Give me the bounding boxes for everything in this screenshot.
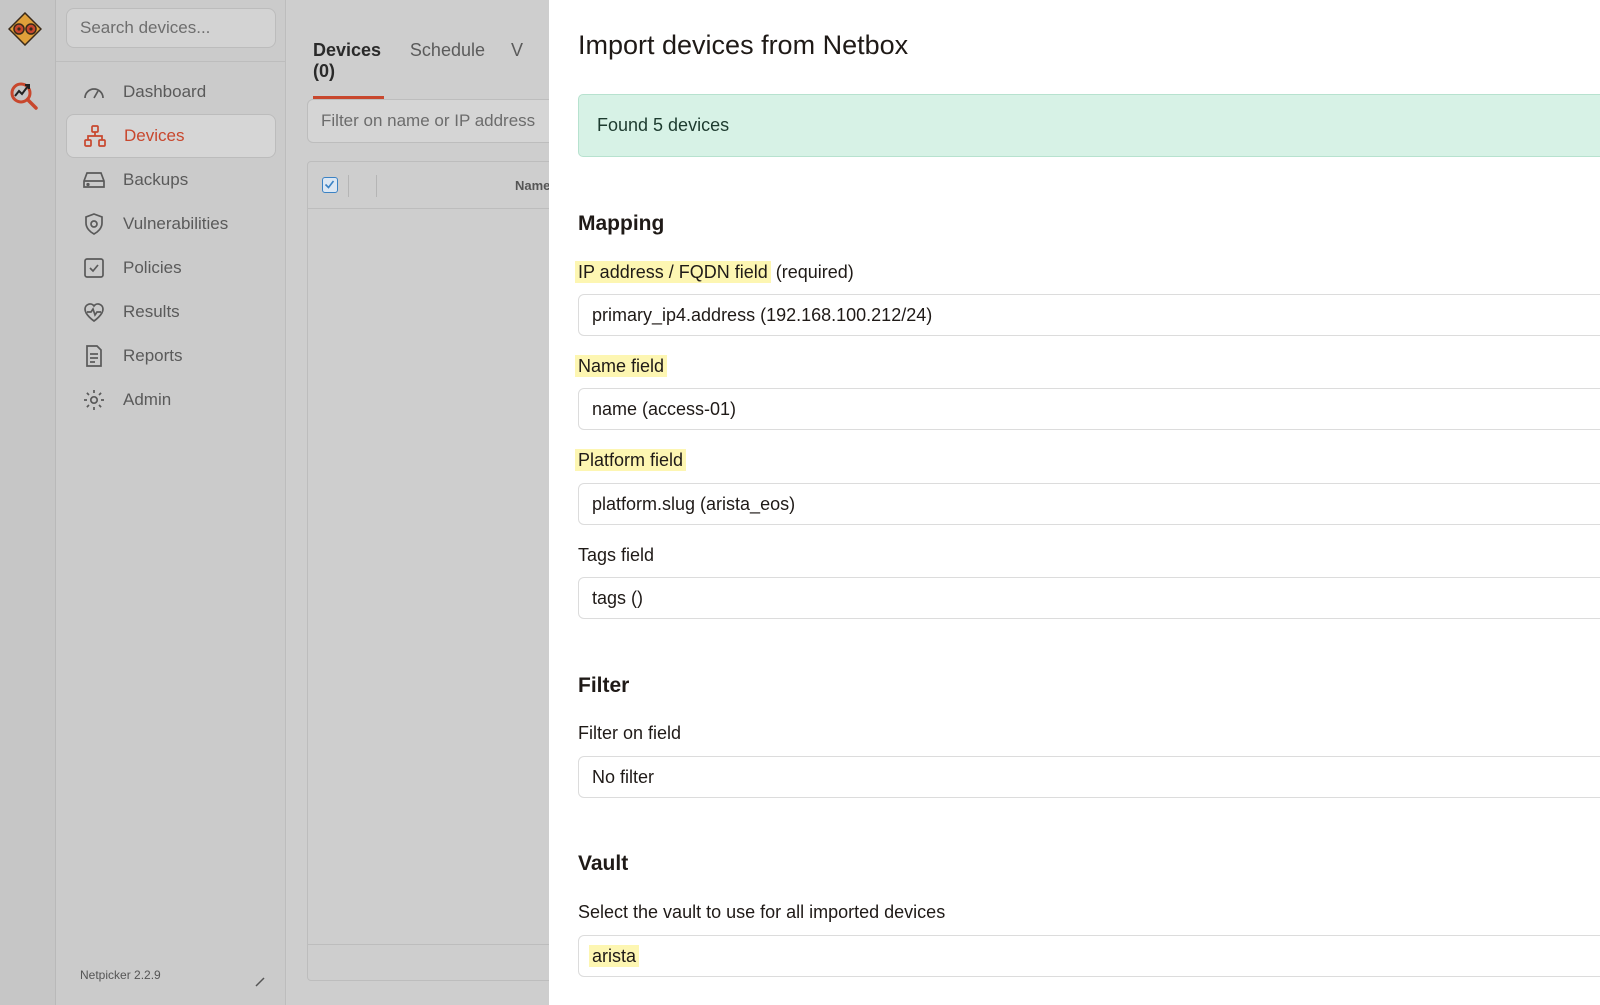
ip-field-label: IP address / FQDN field (required) (575, 261, 854, 283)
vault-heading: Vault (578, 852, 629, 875)
device-filter-input[interactable]: Filter on name or IP address (307, 99, 567, 143)
mapping-heading: Mapping (578, 212, 665, 235)
analytics-search-icon[interactable] (8, 78, 40, 110)
name-field-label-text: Name field (575, 355, 668, 377)
sidebar-item-dashboard[interactable]: Dashboard (66, 70, 276, 114)
hard-drive-icon (82, 168, 106, 192)
sidebar: Search devices... Dashboard Devices Back… (56, 0, 286, 1005)
sidebar-nav: Dashboard Devices Backups Vulnerabilitie… (66, 70, 276, 422)
filter-on-field-select[interactable]: No filter (578, 756, 1600, 798)
sidebar-item-admin[interactable]: Admin (66, 378, 276, 422)
table-header: Name (308, 162, 566, 209)
platform-field-select[interactable]: platform.slug (arista_eos) (578, 483, 1600, 525)
search-input[interactable]: Search devices... (66, 8, 276, 48)
sidebar-item-label: Admin (123, 390, 172, 409)
sidebar-item-label: Backups (123, 170, 189, 189)
gauge-icon (82, 80, 106, 104)
check-icon (324, 180, 335, 189)
sidebar-item-backups[interactable]: Backups (66, 158, 276, 202)
tab-bar: Devices (0) Schedule V (313, 40, 549, 99)
platform-field-label: Platform field (575, 449, 687, 471)
devices-table: Name (307, 161, 567, 981)
select-all-checkbox[interactable] (322, 177, 338, 193)
tags-field-label: Tags field (578, 545, 655, 565)
name-field-select[interactable]: name (access-01) (578, 388, 1600, 430)
document-icon (82, 344, 106, 368)
heart-pulse-icon (82, 300, 106, 324)
import-netbox-panel: Import devices from Netbox Found 5 devic… (549, 0, 1600, 1005)
panel-title: Import devices from Netbox (578, 30, 909, 60)
network-icon (83, 124, 107, 148)
vault-label: Select the vault to use for all imported… (578, 902, 946, 922)
main-content: Devices (0) Schedule V Filter on name or… (287, 0, 567, 1005)
filter-on-field-label: Filter on field (578, 723, 682, 743)
sidebar-item-label: Reports (123, 346, 183, 365)
shield-icon (82, 212, 106, 236)
sidebar-item-label: Vulnerabilities (123, 214, 229, 233)
platform-field-label-text: Platform field (575, 449, 687, 471)
found-devices-alert: Found 5 devices (578, 94, 1600, 157)
vault-select[interactable]: arista (578, 935, 1600, 977)
sidebar-item-label: Results (123, 302, 180, 321)
sidebar-divider (56, 61, 286, 62)
tab-schedule[interactable]: Schedule (410, 40, 485, 99)
collapse-sidebar-icon[interactable] (252, 972, 268, 988)
sidebar-item-label: Dashboard (123, 82, 207, 101)
name-field-label: Name field (575, 355, 668, 377)
sidebar-item-devices[interactable]: Devices (66, 114, 276, 158)
column-separator (348, 175, 349, 197)
ip-field-label-text: IP address / FQDN field (575, 261, 771, 283)
vault-value: arista (589, 945, 640, 967)
column-header-name[interactable]: Name (515, 178, 550, 193)
sidebar-item-reports[interactable]: Reports (66, 334, 276, 378)
tags-field-select[interactable]: tags () (578, 577, 1600, 619)
checkbox-icon (82, 256, 106, 280)
sidebar-item-results[interactable]: Results (66, 290, 276, 334)
tab-devices[interactable]: Devices (0) (313, 40, 384, 99)
sidebar-item-vulnerabilities[interactable]: Vulnerabilities (66, 202, 276, 246)
required-note: (required) (775, 262, 854, 282)
table-footer (308, 944, 566, 980)
sidebar-item-label: Policies (123, 258, 182, 277)
version-label: Netpicker 2.2.9 (80, 968, 161, 982)
gear-icon (82, 388, 106, 412)
tab-truncated[interactable]: V (511, 40, 523, 99)
app-rail (0, 0, 56, 1005)
sidebar-item-label: Devices (124, 126, 185, 145)
ip-field-select[interactable]: primary_ip4.address (192.168.100.212/24) (578, 294, 1600, 336)
netpicker-logo-icon[interactable] (8, 12, 42, 46)
filter-heading: Filter (578, 674, 630, 697)
column-separator (376, 175, 377, 197)
sidebar-item-policies[interactable]: Policies (66, 246, 276, 290)
